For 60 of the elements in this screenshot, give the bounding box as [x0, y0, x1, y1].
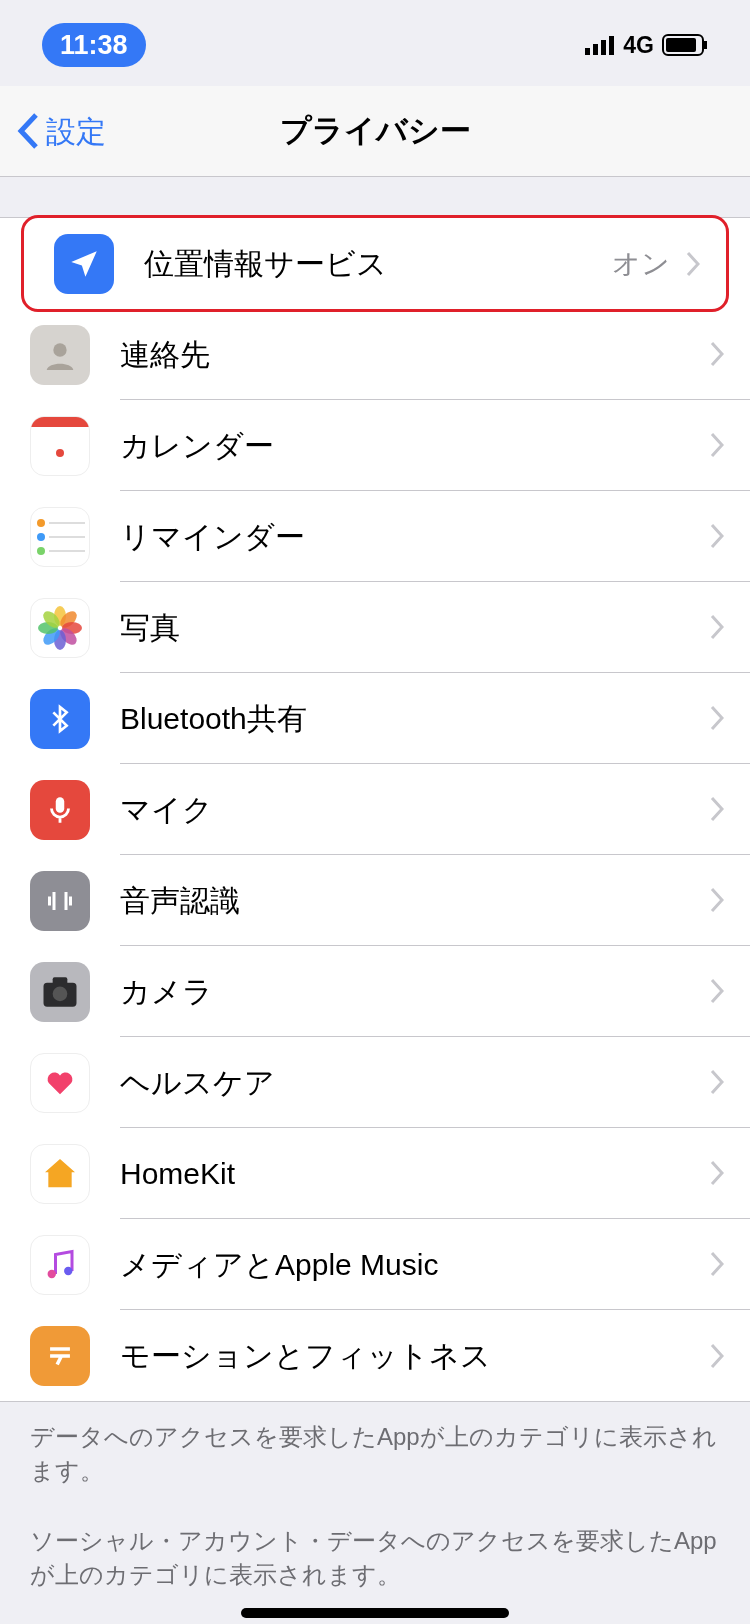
settings-row[interactable]: ヘルスケア: [0, 1037, 750, 1128]
chevron-icon: [710, 1342, 724, 1369]
bluetooth-icon: [30, 688, 90, 749]
battery-icon: [662, 34, 708, 56]
row-label: メディアとApple Music: [120, 1246, 440, 1283]
chevron-icon: [710, 887, 724, 913]
footer-note: データへのアクセスを要求したAppが上のカテゴリに表示されます。: [30, 1422, 718, 1486]
chevron-icon: [686, 250, 700, 277]
chevron-icon: [710, 705, 724, 731]
back-chevron-icon: [16, 111, 40, 151]
row-label: 連絡先: [120, 336, 211, 373]
settings-row[interactable]: マイク: [0, 764, 750, 855]
settings-row[interactable]: モーションとフィットネス: [0, 1310, 750, 1401]
chevron-icon: [710, 1160, 724, 1186]
chevron-icon: [710, 341, 724, 367]
chevron-icon: [710, 1251, 724, 1277]
settings-row[interactable]: 位置情報サービス オン: [24, 218, 726, 309]
chevron-icon: [710, 796, 724, 822]
music-note-icon: [30, 1234, 90, 1295]
flower-icon: [30, 597, 90, 658]
clock: 11:38: [42, 22, 146, 68]
row-label: マイク: [120, 791, 214, 828]
row-label: モーションとフィットネス: [120, 1338, 492, 1374]
settings-row[interactable]: メディアとApple Music: [0, 1219, 750, 1310]
settings-row[interactable]: カレンダー: [0, 400, 750, 491]
row-label: 音声認識: [120, 882, 241, 919]
settings-row[interactable]: カメラ: [0, 946, 750, 1037]
back-button[interactable]: 設定: [0, 108, 106, 154]
row-value: オン: [612, 246, 670, 281]
settings-row[interactable]: HomeKit: [0, 1128, 750, 1219]
row-label: カレンダー: [120, 427, 275, 464]
contacts-icon: [30, 324, 90, 385]
waveform-icon: [30, 870, 90, 931]
microphone-icon: [30, 779, 90, 840]
settings-row[interactable]: リマインダー: [0, 491, 750, 582]
signal-icon: [585, 35, 616, 55]
calendar-icon: [30, 415, 90, 476]
row-label: 写真: [120, 609, 181, 646]
row-label: 位置情報サービス: [144, 246, 388, 282]
page-title: プライバシー: [279, 111, 471, 150]
row-label: Bluetooth共有: [120, 700, 308, 737]
chevron-icon: [710, 614, 724, 640]
chevron-icon: [710, 432, 724, 458]
network-type: 4G: [623, 30, 654, 60]
settings-row[interactable]: 連絡先: [0, 309, 750, 400]
footer-note: ソーシャル・アカウント・データへのアクセスを要求したAppが上のカテゴリに表示されます。: [30, 1526, 718, 1590]
camera-icon: [30, 961, 90, 1022]
row-label: ヘルスケア: [120, 1064, 276, 1101]
chevron-icon: [710, 523, 724, 549]
list-icon: [30, 506, 90, 567]
motion-icon: [30, 1325, 90, 1386]
row-label: リマインダー: [120, 518, 306, 555]
settings-row[interactable]: 音声認識: [0, 855, 750, 946]
settings-row[interactable]: 写真: [0, 582, 750, 673]
chevron-icon: [710, 978, 724, 1004]
row-label: カメラ: [120, 973, 214, 1010]
house-icon: [30, 1143, 90, 1204]
row-label: HomeKit: [120, 1155, 237, 1192]
chevron-icon: [710, 1069, 724, 1095]
settings-row[interactable]: Bluetooth共有: [0, 673, 750, 764]
